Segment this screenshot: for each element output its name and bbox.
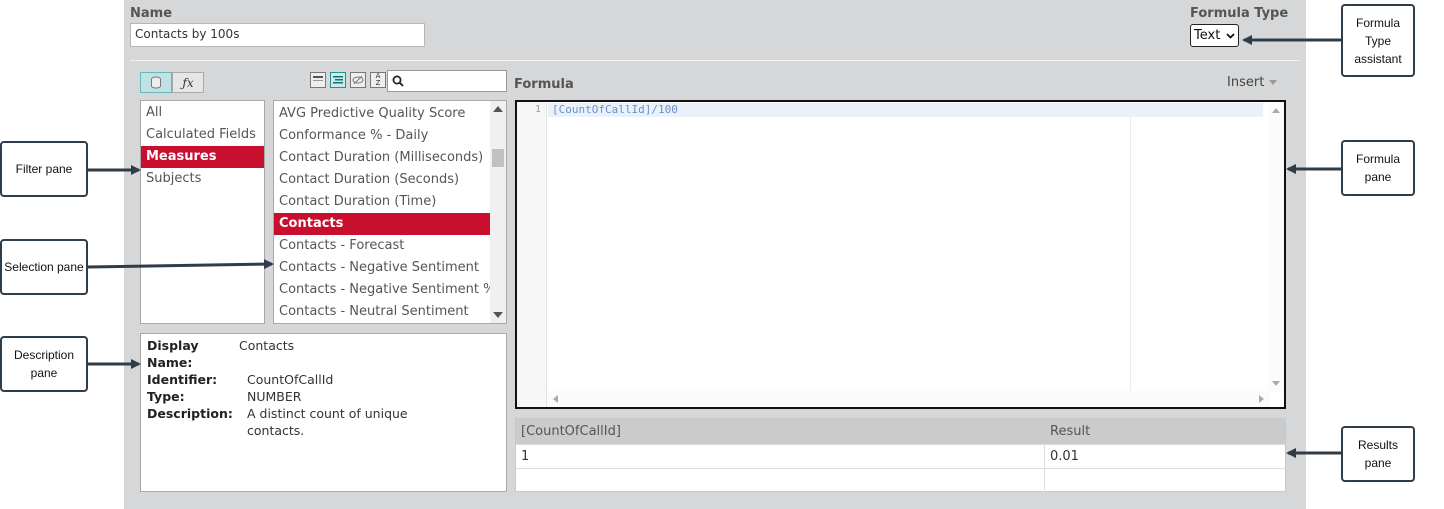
functions-toggle-button[interactable]: ƒx	[172, 72, 204, 93]
selection-scrollbar[interactable]	[490, 101, 506, 323]
results-header-field: [CountOfCallId]	[516, 419, 1045, 444]
selection-pane: AVG Predictive Quality Score Conformance …	[273, 100, 507, 324]
filter-item[interactable]: All	[141, 102, 264, 124]
scroll-left-arrow-icon[interactable]	[553, 395, 558, 403]
insert-label: Insert	[1227, 75, 1265, 90]
results-table: [CountOfCallId] Result 1 0.01	[515, 418, 1286, 492]
hide-icon[interactable]	[350, 72, 366, 88]
editor-vertical-scrollbar[interactable]	[1268, 102, 1284, 392]
function-icon: ƒx	[182, 75, 194, 90]
description-value: A distinct count of unique contacts.	[247, 406, 408, 438]
formula-editor[interactable]: 1 [CountOfCallId]/100	[515, 100, 1286, 409]
callout-filter-pane: Filter pane	[0, 141, 88, 197]
results-header-result: Result	[1050, 424, 1091, 439]
sort-az-icon[interactable]: AZ	[370, 72, 386, 88]
selection-list: AVG Predictive Quality Score Conformance …	[274, 103, 495, 323]
selection-item[interactable]: Contact Duration (Time)	[274, 191, 490, 213]
callout-description-pane: Description pane	[0, 336, 88, 392]
name-label: Name	[130, 6, 173, 21]
selection-item[interactable]: Contact Duration (Seconds)	[274, 169, 490, 191]
chevron-down-icon	[1226, 32, 1235, 39]
formula-type-value: Text	[1194, 28, 1221, 43]
results-cell: 1	[516, 445, 1045, 468]
selection-item[interactable]: Contacts - Neutral Sentiment	[274, 301, 490, 323]
selection-item[interactable]: Contacts - Negative Sentiment	[274, 257, 490, 279]
print-margin	[1130, 116, 1131, 391]
collapse-view-icon[interactable]	[310, 72, 326, 88]
formula-editor-panel: Name Contacts by 100s Formula Type Text …	[124, 0, 1306, 509]
display-name-value: Contacts	[239, 338, 295, 353]
scrollbar-thumb[interactable]	[492, 149, 504, 167]
selection-item[interactable]: Conformance % - Daily	[274, 125, 490, 147]
identifier-label: Identifier:	[147, 372, 218, 387]
description-pane: Display Name: Contacts Identifier: Count…	[140, 333, 507, 492]
type-value: NUMBER	[247, 389, 302, 404]
scroll-up-arrow-icon[interactable]	[493, 106, 503, 112]
selection-item[interactable]: Contacts	[274, 213, 490, 235]
type-label: Type:	[147, 389, 185, 404]
filter-item[interactable]: Measures	[141, 146, 264, 168]
table-row: 1 0.01	[516, 444, 1285, 468]
callout-selection-pane: Selection pane	[0, 239, 88, 295]
search-icon	[392, 75, 404, 87]
formula-label: Formula	[514, 77, 574, 92]
database-icon	[151, 76, 161, 89]
selection-item[interactable]: Contacts - Negative Sentiment %	[274, 279, 495, 301]
fields-toggle-button[interactable]	[140, 72, 172, 93]
formula-code-line[interactable]: [CountOfCallId]/100	[548, 103, 1263, 117]
results-cell	[1045, 469, 1285, 492]
search-field[interactable]	[387, 70, 507, 92]
scroll-right-arrow-icon[interactable]	[1259, 395, 1264, 403]
callout-formula-pane: Formula pane	[1341, 140, 1415, 196]
insert-menu[interactable]: Insert	[1227, 75, 1278, 90]
list-view-icon[interactable]	[330, 72, 346, 88]
selection-item[interactable]: Contacts - Forecast	[274, 235, 490, 257]
line-number: 1	[534, 104, 541, 115]
selection-item[interactable]: Contact Duration (Milliseconds)	[274, 147, 490, 169]
caret-down-icon	[1269, 80, 1278, 85]
name-input[interactable]: Contacts by 100s	[130, 23, 425, 47]
filter-pane: All Calculated Fields Measures Subjects	[140, 100, 265, 324]
field-mode-toggle: ƒx	[140, 72, 204, 93]
results-header-row: [CountOfCallId] Result	[516, 419, 1285, 444]
callout-results-pane: Results pane	[1341, 426, 1415, 482]
callout-formula-type-assistant: Formula Type assistant	[1341, 4, 1415, 77]
formula-type-select[interactable]: Text	[1190, 24, 1239, 47]
display-name-label: Display Name:	[147, 338, 199, 370]
table-row	[516, 468, 1285, 492]
results-cell: 0.01	[1050, 449, 1079, 464]
list-view-tools: AZ	[310, 72, 386, 88]
description-label: Description:	[147, 406, 233, 421]
identifier-value: CountOfCallId	[247, 372, 334, 387]
scroll-down-arrow-icon[interactable]	[493, 312, 503, 318]
editor-horizontal-scrollbar[interactable]	[547, 391, 1270, 407]
header-divider	[130, 60, 1300, 61]
selection-item[interactable]: AVG Predictive Quality Score	[274, 103, 490, 125]
formula-type-label: Formula Type	[1190, 6, 1289, 21]
scroll-up-arrow-icon[interactable]	[1272, 108, 1280, 113]
filter-item[interactable]: Calculated Fields	[141, 124, 264, 146]
editor-gutter: 1	[517, 102, 547, 407]
results-cell	[516, 469, 1045, 492]
scroll-down-arrow-icon[interactable]	[1272, 381, 1280, 386]
filter-item[interactable]: Subjects	[141, 168, 264, 190]
